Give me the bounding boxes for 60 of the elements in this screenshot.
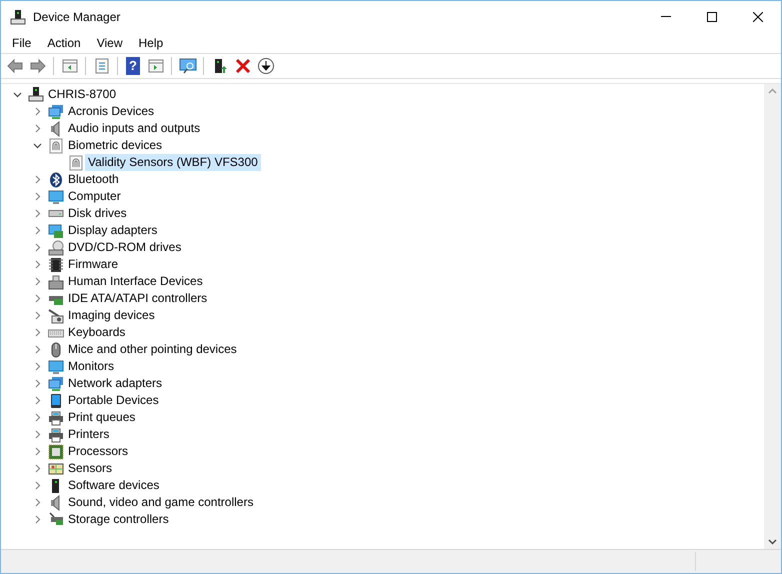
tree-item[interactable]: Network adapters bbox=[65, 375, 166, 392]
bluetooth-icon bbox=[48, 172, 64, 188]
sensor-icon bbox=[48, 460, 64, 476]
tree-item[interactable]: Bluetooth bbox=[65, 171, 122, 188]
disk-drive-icon bbox=[48, 210, 64, 217]
network-icon bbox=[48, 376, 64, 392]
tree-item[interactable]: Sensors bbox=[65, 460, 116, 477]
tablet-icon bbox=[48, 392, 64, 408]
tree-item[interactable]: Computer bbox=[65, 188, 124, 205]
tree-item[interactable]: Portable Devices bbox=[65, 392, 162, 409]
tree-item[interactable]: DVD/CD-ROM drives bbox=[65, 239, 184, 256]
chevron-down-icon[interactable] bbox=[12, 90, 22, 98]
network-icon bbox=[48, 104, 64, 120]
tree-item[interactable]: Firmware bbox=[65, 256, 121, 273]
optical-drive-icon bbox=[48, 240, 64, 256]
tree-item[interactable]: Storage controllers bbox=[65, 511, 172, 528]
menu-item[interactable]: File bbox=[4, 32, 40, 52]
fingerprint-icon bbox=[68, 154, 84, 170]
menu-item[interactable]: Help bbox=[130, 32, 172, 52]
printer-icon bbox=[48, 410, 64, 426]
help-button[interactable]: ? bbox=[126, 57, 140, 75]
tree-item[interactable]: Printers bbox=[65, 426, 112, 443]
tree-item[interactable]: Audio inputs and outputs bbox=[65, 120, 204, 137]
tree-item[interactable]: Keyboards bbox=[65, 324, 128, 341]
tree-root[interactable]: CHRIS-8700 bbox=[45, 85, 120, 103]
storage-controller-icon bbox=[48, 512, 64, 528]
display-adapter-icon bbox=[48, 222, 64, 238]
tree-item[interactable]: Biometric devices bbox=[65, 137, 166, 154]
menu-item[interactable]: Action bbox=[39, 32, 89, 52]
tree-item[interactable]: Imaging devices bbox=[65, 307, 158, 324]
tree-item[interactable]: Processors bbox=[65, 443, 132, 460]
maximize-icon[interactable] bbox=[707, 12, 717, 22]
fingerprint-icon bbox=[48, 138, 64, 154]
tree-item[interactable]: IDE ATA/ATAPI controllers bbox=[65, 290, 210, 307]
tree-item[interactable]: Acronis Devices bbox=[65, 103, 158, 120]
menu-item[interactable]: View bbox=[88, 32, 130, 52]
printer-icon bbox=[48, 426, 64, 442]
tree-item[interactable]: Print queues bbox=[65, 409, 138, 426]
tree-item[interactable]: Mice and other pointing devices bbox=[65, 341, 240, 358]
tree-item[interactable]: Monitors bbox=[65, 358, 118, 375]
scroll-down-icon[interactable] bbox=[768, 539, 777, 545]
scrollbar[interactable] bbox=[764, 84, 781, 549]
tree-item[interactable]: Human Interface Devices bbox=[65, 273, 206, 290]
computer-tower-icon bbox=[28, 86, 44, 102]
tree-item[interactable]: Validity Sensors (WBF) VFS300 bbox=[85, 154, 261, 171]
chevron-down-icon[interactable] bbox=[32, 141, 42, 150]
window-title: Device Manager bbox=[33, 8, 120, 26]
camera-icon bbox=[48, 308, 64, 324]
close-icon[interactable] bbox=[753, 12, 763, 22]
keyboard-device-icon bbox=[48, 274, 64, 290]
tree-item[interactable]: Software devices bbox=[65, 477, 162, 494]
tree-item[interactable]: Display adapters bbox=[65, 222, 160, 239]
monitor-icon bbox=[48, 188, 64, 204]
tree-item[interactable]: Disk drives bbox=[65, 205, 130, 222]
chip-icon bbox=[48, 256, 64, 272]
monitor-icon bbox=[48, 358, 64, 374]
scroll-up-icon[interactable] bbox=[768, 88, 777, 94]
processor-icon bbox=[48, 444, 64, 460]
app-icon bbox=[10, 8, 26, 24]
tree-item[interactable]: Sound, video and game controllers bbox=[65, 494, 256, 511]
